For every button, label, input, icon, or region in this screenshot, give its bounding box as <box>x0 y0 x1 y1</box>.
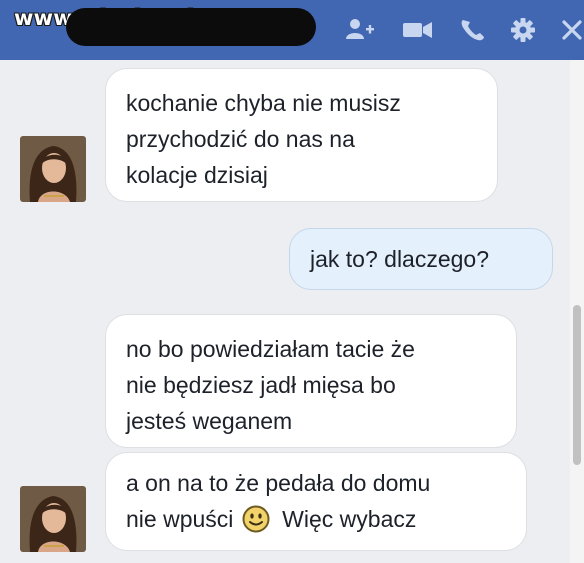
message-bubble-incoming: a on na to że pedała do domu nie wpuści … <box>105 452 527 551</box>
close-icon[interactable] <box>560 17 584 43</box>
message-text-line: jak to? dlaczego? <box>310 246 490 272</box>
message-text-line: no bo powiedziałam tacie że <box>126 336 415 362</box>
message-text-line: jesteś weganem <box>126 408 293 434</box>
message-text-line-with-emoji: nie wpuści Więc wybacz <box>126 501 506 543</box>
redacted-contact-name <box>66 8 316 46</box>
message-text-line: nie będziesz jadł mięsa bo <box>126 372 396 398</box>
contact-avatar[interactable] <box>20 136 86 202</box>
scrollbar-thumb[interactable] <box>573 305 581 465</box>
add-friend-icon[interactable] <box>345 17 375 43</box>
message-text-line: a on na to że pedała do domu <box>126 470 431 496</box>
contact-avatar[interactable] <box>20 486 86 552</box>
smiley-emoji-icon <box>242 505 270 543</box>
message-text: nie wpuści <box>126 506 234 532</box>
gear-icon[interactable] <box>509 17 539 43</box>
chat-header: www.wiocha.pl <box>0 0 584 60</box>
phone-icon[interactable] <box>459 17 489 43</box>
message-bubble-incoming: no bo powiedziałam tacie że nie będziesz… <box>105 314 517 448</box>
message-bubble-outgoing: jak to? dlaczego? <box>289 228 553 290</box>
message-text: Więc wybacz <box>282 506 417 532</box>
message-text-line: przychodzić do nas na <box>126 126 355 152</box>
message-bubble-incoming: kochanie chyba nie musisz przychodzić do… <box>105 68 498 202</box>
message-text-line: kolacje dzisiaj <box>126 162 268 188</box>
message-text-line: kochanie chyba nie musisz <box>126 90 401 116</box>
video-call-icon[interactable] <box>402 17 432 43</box>
